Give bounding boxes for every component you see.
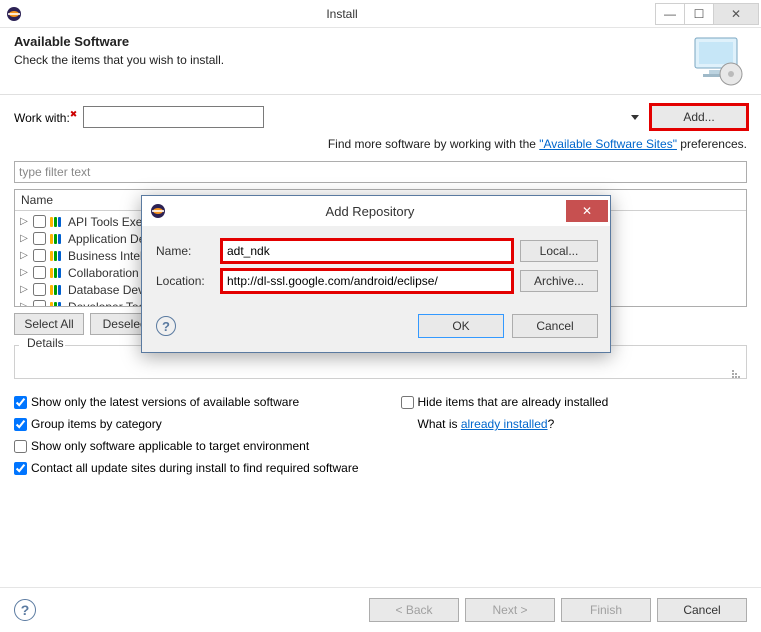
help-button[interactable]: ? (14, 599, 36, 621)
tree-item-checkbox[interactable] (33, 215, 46, 228)
repo-location-label: Location: (156, 274, 214, 288)
opt-latest-label: Show only the latest versions of availab… (31, 395, 299, 409)
workwith-label: Work with:✖ (14, 109, 77, 125)
dialog-titlebar: Add Repository ✕ (142, 196, 610, 226)
opt-contact-label: Contact all update sites during install … (31, 461, 359, 475)
feature-icon (50, 268, 64, 278)
opt-contact-checkbox[interactable] (14, 462, 27, 475)
repo-name-input[interactable] (222, 240, 512, 262)
banner-subheading: Check the items that you wish to install… (14, 53, 687, 67)
already-installed-link[interactable]: already installed (461, 417, 548, 431)
opt-hide-label: Hide items that are already installed (418, 395, 609, 409)
add-repository-dialog: Add Repository ✕ Name: Local... Location… (141, 195, 611, 353)
expander-icon[interactable]: ▷ (19, 267, 29, 278)
what-is-label: What is already installed? (418, 417, 555, 431)
options-area: Show only the latest versions of availab… (14, 391, 747, 479)
feature-icon (50, 285, 64, 295)
opt-applicable-checkbox[interactable] (14, 440, 27, 453)
dialog-help-button[interactable]: ? (156, 316, 176, 336)
expander-icon[interactable]: ▷ (19, 284, 29, 295)
window-title: Install (28, 7, 656, 21)
window-minimize-button[interactable]: — (655, 3, 685, 25)
feature-icon (50, 302, 64, 308)
opt-group-label: Group items by category (31, 417, 162, 431)
tree-item-checkbox[interactable] (33, 232, 46, 245)
dialog-cancel-button[interactable]: Cancel (512, 314, 598, 338)
available-sites-link[interactable]: "Available Software Sites" (539, 137, 677, 151)
tree-item-checkbox[interactable] (33, 249, 46, 262)
eclipse-icon (150, 203, 166, 219)
filter-input[interactable] (14, 161, 747, 183)
archive-button[interactable]: Archive... (520, 270, 598, 292)
opt-latest-checkbox[interactable] (14, 396, 27, 409)
tree-item-checkbox[interactable] (33, 300, 46, 307)
details-label: Details (23, 336, 68, 350)
window-close-button[interactable]: ✕ (713, 3, 759, 25)
find-more-text: Find more software by working with the "… (14, 133, 747, 161)
back-button[interactable]: < Back (369, 598, 459, 622)
window-titlebar: Install — ☐ ✕ (0, 0, 761, 28)
opt-group-checkbox[interactable] (14, 418, 27, 431)
workwith-combo[interactable] (83, 106, 264, 128)
next-button[interactable]: Next > (465, 598, 555, 622)
resize-grip-icon[interactable] (732, 370, 740, 378)
expander-icon[interactable]: ▷ (19, 301, 29, 307)
finish-button[interactable]: Finish (561, 598, 651, 622)
feature-icon (50, 251, 64, 261)
expander-icon[interactable]: ▷ (19, 233, 29, 244)
add-button[interactable]: Add... (651, 105, 747, 129)
repo-name-label: Name: (156, 244, 214, 258)
repo-location-input[interactable] (222, 270, 512, 292)
required-indicator-icon: ✖ (70, 109, 78, 119)
feature-icon (50, 217, 64, 227)
install-graphic-icon (687, 34, 747, 88)
opt-applicable-label: Show only software applicable to target … (31, 439, 309, 453)
wizard-footer: ? < Back Next > Finish Cancel (0, 587, 761, 632)
dialog-title: Add Repository (174, 204, 566, 219)
tree-item-checkbox[interactable] (33, 283, 46, 296)
opt-hide-checkbox[interactable] (401, 396, 414, 409)
eclipse-icon (6, 6, 22, 22)
dialog-ok-button[interactable]: OK (418, 314, 504, 338)
tree-item-label: Collaboration (68, 266, 139, 280)
expander-icon[interactable]: ▷ (19, 250, 29, 261)
tree-item-checkbox[interactable] (33, 266, 46, 279)
window-maximize-button[interactable]: ☐ (684, 3, 714, 25)
dialog-close-button[interactable]: ✕ (566, 200, 608, 222)
banner: Available Software Check the items that … (0, 28, 761, 95)
cancel-button[interactable]: Cancel (657, 598, 747, 622)
feature-icon (50, 234, 64, 244)
local-button[interactable]: Local... (520, 240, 598, 262)
select-all-button[interactable]: Select All (14, 313, 84, 335)
banner-heading: Available Software (14, 34, 687, 49)
expander-icon[interactable]: ▷ (19, 216, 29, 227)
